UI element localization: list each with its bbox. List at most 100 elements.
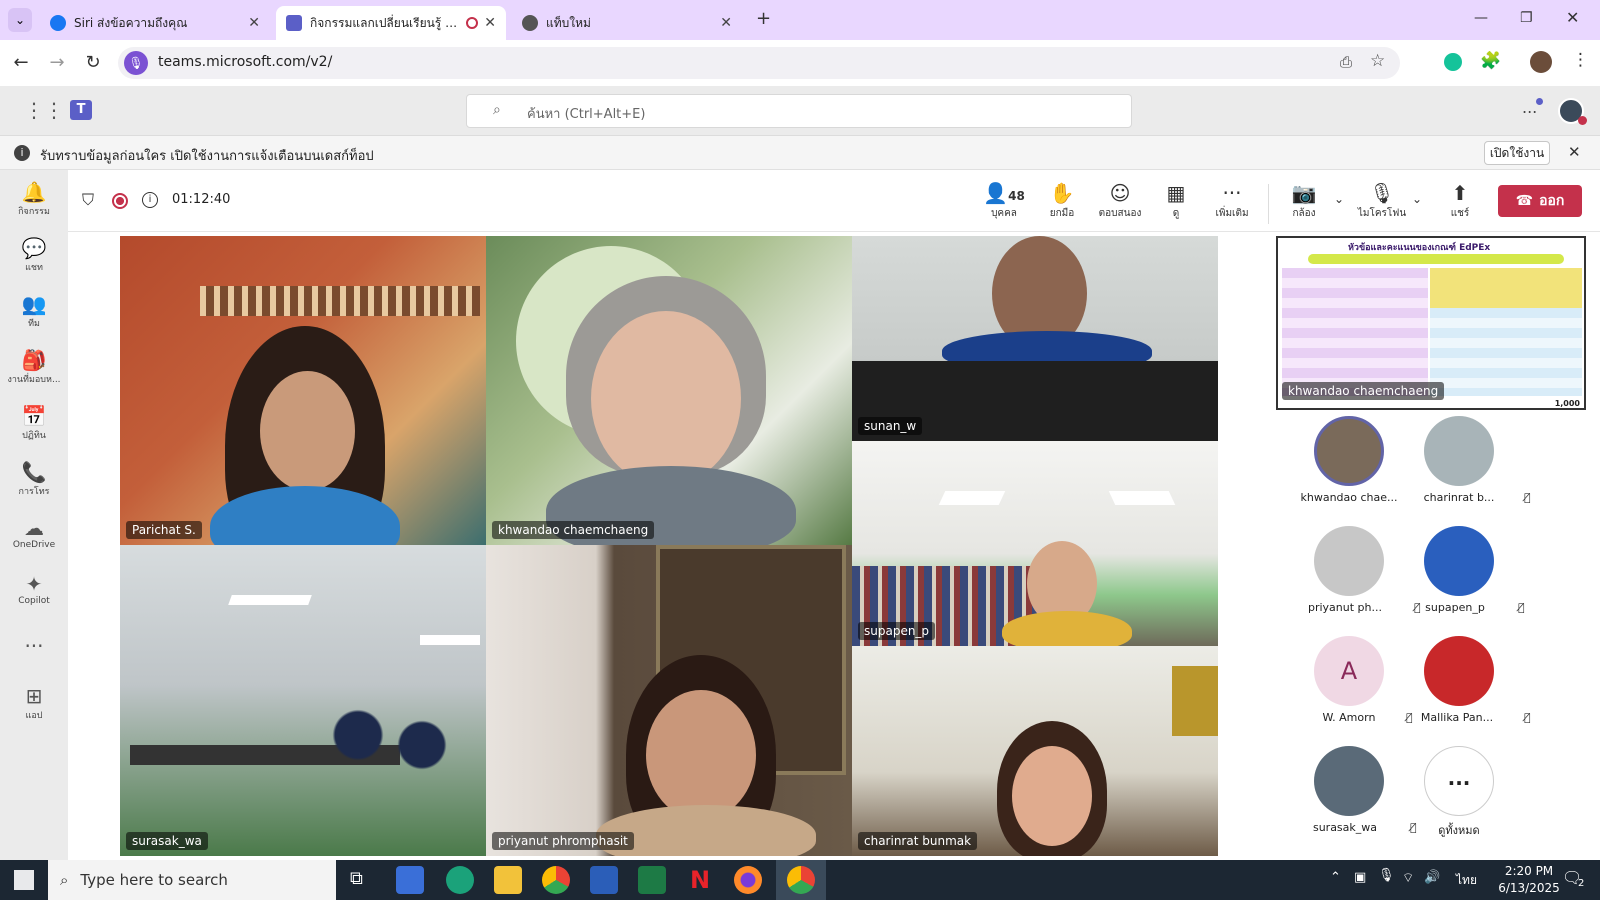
word-icon[interactable] (590, 866, 618, 894)
mic-button[interactable]: 🎙 ไมโครโฟน (1352, 180, 1412, 221)
toolbar-divider (1268, 184, 1269, 224)
gallery-avatar[interactable] (1424, 526, 1494, 596)
rail-item-calls[interactable]: 📞 การโทร (0, 460, 68, 498)
tray-date[interactable]: 6/13/2025 (1490, 881, 1568, 895)
taskbar-app-icon[interactable] (396, 866, 424, 894)
tray-wifi-icon[interactable]: ⌔ (1402, 870, 1414, 886)
chrome-active-icon[interactable] (787, 866, 815, 894)
teams-search-input[interactable]: ⌕ ค้นหา (Ctrl+Alt+E) (466, 94, 1132, 128)
muted-mic-icon: 🎙̸ (1518, 601, 1525, 614)
video-tile[interactable]: surasak_wa (120, 545, 486, 856)
video-tile[interactable]: sunan_w (852, 236, 1218, 441)
tray-time[interactable]: 2:20 PM (1496, 864, 1562, 878)
gallery-avatar[interactable] (1424, 636, 1494, 706)
video-tile[interactable]: supapen_p (852, 441, 1218, 646)
edge-icon[interactable] (446, 866, 474, 894)
close-tab-icon[interactable]: ✕ (248, 15, 260, 31)
participant-face (1012, 746, 1092, 846)
header-more-button[interactable]: ... (1522, 98, 1537, 117)
taskbar-search-input[interactable]: ⌕ Type here to search (48, 860, 336, 900)
more-horizontal-icon: ··· (1222, 181, 1242, 205)
close-tab-icon[interactable]: ✕ (484, 15, 496, 31)
install-app-icon[interactable]: ⎙ (1340, 53, 1352, 71)
tab-list-button[interactable]: ⌄ (8, 8, 32, 32)
task-view-icon[interactable]: ⧉ (350, 868, 363, 889)
people-button[interactable]: 👤48 บุคคล (974, 180, 1034, 221)
bookmark-star-icon[interactable]: ☆ (1370, 51, 1385, 71)
rail-item-chat[interactable]: 💬 แชท (0, 236, 68, 274)
taskbar-app-n-icon[interactable]: N (686, 866, 714, 894)
gallery-avatar[interactable]: A (1314, 636, 1384, 706)
view-all-button[interactable]: ... (1424, 746, 1494, 816)
rail-item-calendar[interactable]: 📅 ปฏิทิน (0, 404, 68, 442)
raise-hand-button[interactable]: ✋ ยกมือ (1032, 180, 1092, 221)
url-input[interactable]: 🎙 teams.microsoft.com/v2/ ⎙ ☆ (118, 47, 1400, 79)
windows-start-icon[interactable] (14, 870, 34, 890)
chrome-icon[interactable] (542, 866, 570, 894)
tile-name-tag: sunan_w (858, 417, 923, 435)
camera-button[interactable]: 📷 กล้อง (1274, 180, 1334, 221)
more-horizontal-icon: ... (1447, 766, 1471, 790)
minimize-icon[interactable]: — (1474, 10, 1488, 26)
tray-volume-icon[interactable]: 🔊 (1424, 870, 1440, 885)
enable-notifications-button[interactable]: เปิดใช้งาน (1484, 141, 1550, 165)
restore-icon[interactable]: ❐ (1520, 10, 1533, 26)
tray-chevron-icon[interactable]: ⌃ (1330, 870, 1341, 885)
tray-language[interactable]: ไทย (1456, 871, 1477, 890)
video-tile[interactable]: priyanut phromphasit (486, 545, 852, 856)
browser-menu-icon[interactable]: ⋮ (1572, 50, 1589, 70)
camera-options-chevron-icon[interactable]: ⌄ (1334, 192, 1344, 206)
browser-tab-newtab[interactable]: แท็บใหม่ ✕ (512, 6, 742, 40)
shared-table-left (1282, 268, 1428, 396)
back-icon[interactable]: ← (8, 50, 34, 76)
video-tile[interactable]: charinrat bunmak (852, 646, 1218, 856)
reload-icon[interactable]: ↻ (80, 50, 106, 76)
gallery-avatar[interactable] (1314, 526, 1384, 596)
rail-item-teams[interactable]: 👥 ทีม (0, 292, 68, 330)
facebook-icon (50, 15, 66, 31)
close-window-icon[interactable]: ✕ (1566, 8, 1579, 27)
gallery-name: supapen_p (1425, 601, 1485, 614)
rail-item-more[interactable]: ··· (0, 634, 68, 658)
leave-button[interactable]: ☎ ออก (1498, 185, 1582, 217)
share-button[interactable]: ⬆ แชร์ (1430, 180, 1490, 221)
recording-indicator-icon (466, 17, 479, 29)
tray-display-icon[interactable]: ▣ (1354, 870, 1366, 885)
excel-icon[interactable] (638, 866, 666, 894)
firefox-icon[interactable] (734, 866, 762, 894)
tray-mic-icon[interactable]: 🎙 (1378, 868, 1395, 883)
view-button[interactable]: ▦ ดู (1146, 180, 1206, 221)
react-button[interactable]: ☺ ตอบสนอง (1090, 180, 1150, 221)
video-tile[interactable]: khwandao chaemchaeng (486, 236, 852, 545)
meeting-info-icon[interactable]: i (142, 192, 158, 208)
gallery-avatar[interactable] (1314, 746, 1384, 816)
participant-face (260, 371, 355, 491)
close-banner-icon[interactable]: ✕ (1568, 143, 1581, 161)
more-actions-button[interactable]: ··· เพิ่มเติม (1202, 180, 1262, 221)
rail-item-onedrive[interactable]: ☁ OneDrive (0, 516, 68, 550)
share-icon: ⬆ (1451, 181, 1469, 205)
browser-tab-facebook[interactable]: Siri ส่งข้อความถึงคุณ ✕ (40, 6, 270, 40)
mic-voice-search-icon[interactable]: 🎙 (124, 51, 148, 75)
extensions-puzzle-icon[interactable]: 🧩 (1480, 51, 1501, 71)
gallery-avatar[interactable] (1424, 416, 1494, 486)
new-tab-button[interactable]: + (756, 8, 771, 29)
rail-item-copilot[interactable]: ✦ Copilot (0, 572, 68, 606)
rail-item-activity[interactable]: 🔔 กิจกรรม (0, 180, 68, 218)
rail-item-apps[interactable]: ⊞ แอป (0, 684, 68, 722)
rail-item-assignments[interactable]: 🎒 งานที่มอบห... (0, 348, 68, 386)
shared-screen-tile[interactable]: หัวข้อและคะแนนของเกณฑ์ EdPEx 1,000 khwan… (1276, 236, 1586, 410)
gallery-name: ดูทั้งหมด (1438, 824, 1480, 837)
profile-avatar-icon[interactable] (1530, 51, 1552, 73)
mic-options-chevron-icon[interactable]: ⌄ (1412, 192, 1422, 206)
calendar-icon: 📅 (21, 404, 47, 428)
grammarly-extension-icon[interactable] (1444, 53, 1462, 71)
close-tab-icon[interactable]: ✕ (720, 15, 732, 31)
file-explorer-icon[interactable] (494, 866, 522, 894)
browser-tab-teams[interactable]: กิจกรรมแลกเปลี่ยนเรียนรู้ SAR ✕ (276, 6, 506, 40)
shield-icon[interactable]: ⛉ (82, 190, 94, 210)
video-tile[interactable]: Parichat S. (120, 236, 486, 545)
gallery-avatar[interactable] (1314, 416, 1384, 486)
forward-icon[interactable]: → (44, 50, 70, 76)
browser-tab-strip: ⌄ Siri ส่งข้อความถึงคุณ ✕ กิจกรรมแลกเปลี… (0, 0, 1600, 40)
